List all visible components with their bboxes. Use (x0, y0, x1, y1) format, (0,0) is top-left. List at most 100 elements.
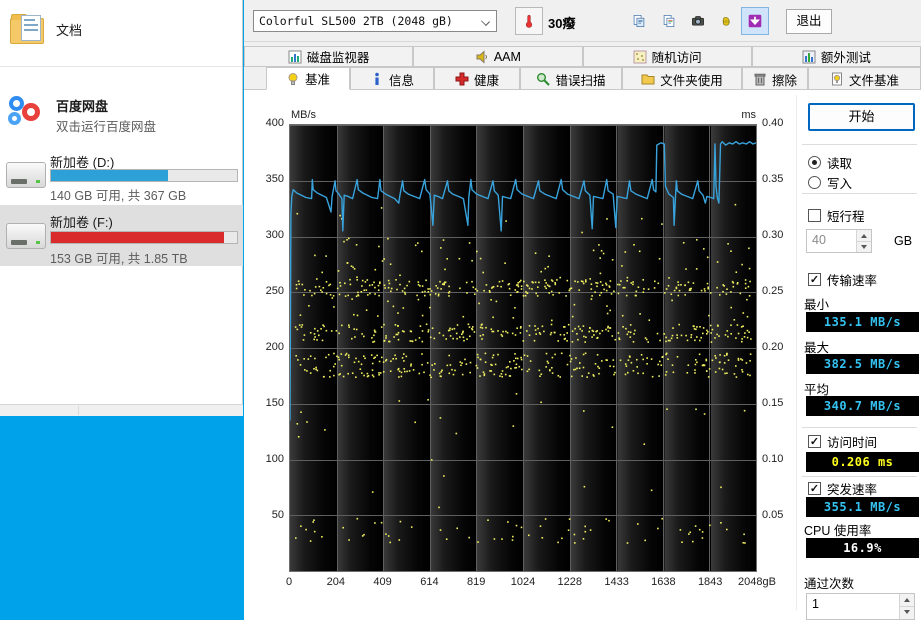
temperature-button[interactable] (515, 7, 543, 35)
checkbox-unchecked-icon (808, 209, 821, 222)
burst-rate-value: 355.1 MB/s (806, 497, 919, 517)
drive-icon (6, 162, 46, 188)
tab-extra-tests[interactable]: 额外测试 (752, 46, 921, 67)
trash-icon (753, 72, 767, 86)
options-button[interactable] (712, 7, 740, 35)
gb-unit-label: GB (894, 234, 912, 248)
screenshot-button[interactable] (684, 7, 712, 35)
separator (802, 476, 917, 477)
temperature-label: 30癈 (548, 13, 575, 32)
write-label: 写入 (827, 173, 852, 192)
x-axis-tick-label: 614 (407, 576, 451, 588)
stepper-arrows[interactable] (856, 230, 871, 252)
bar-chart-icon (288, 50, 302, 64)
tab-label: 基准 (305, 69, 330, 88)
x-axis-tick-label: 0 (267, 576, 311, 588)
tab-label: 文件夹使用 (660, 70, 723, 89)
baidu-netdisk-item[interactable]: 百度网盘 双击运行百度网盘 (0, 90, 242, 142)
stepper-arrows[interactable] (899, 594, 914, 619)
ms-axis-tick-label: 0.35 (762, 173, 794, 185)
x-axis-tick-label: 1843 (688, 576, 732, 588)
tab-label: 擦除 (772, 70, 797, 89)
right-axis-unit: ms (728, 109, 756, 121)
tab-health[interactable]: 健康 (434, 67, 520, 90)
drive-d-bar-fill (51, 170, 168, 181)
avg-value: 340.7 MB/s (806, 396, 919, 416)
chart-canvas (290, 125, 756, 571)
tab-random-access[interactable]: 随机访问 (583, 46, 752, 67)
save-results-button[interactable] (741, 7, 769, 35)
transfer-rate-label: 传输速率 (827, 270, 877, 289)
drive-f-bar-fill (51, 232, 224, 243)
min-value: 135.1 MB/s (806, 312, 919, 332)
cpu-usage-label: CPU 使用率 (804, 520, 871, 539)
drive-f-usage-bar (50, 231, 238, 244)
tab-label: 错误扫描 (555, 70, 605, 89)
y-axis-tick-label: 400 (252, 117, 284, 129)
access-time-checkbox[interactable]: ✓ 访问时间 (808, 432, 877, 451)
exit-button[interactable]: 退出 (786, 9, 832, 34)
arrow-down-icon[interactable] (857, 242, 871, 253)
short-stroke-size-stepper[interactable]: 40 (806, 229, 872, 253)
tab-error-scan[interactable]: 错误扫描 (520, 67, 622, 90)
explorer-statusbar (0, 404, 243, 416)
copy-text-button[interactable] (625, 7, 653, 35)
read-radio[interactable]: 读取 (808, 153, 852, 172)
tab-file-benchmark[interactable]: 文件基准 (808, 67, 921, 90)
drive-icon (6, 223, 46, 249)
baidu-subtitle: 双击运行百度网盘 (56, 116, 156, 135)
bulb-icon (286, 72, 300, 86)
arrow-down-icon[interactable] (900, 607, 914, 619)
benchmark-chart (289, 124, 757, 572)
tab-label: AAM (494, 50, 521, 64)
tab-disk-monitor[interactable]: 磁盘监视器 (244, 46, 413, 67)
ms-axis-tick-label: 0.25 (762, 285, 794, 297)
y-axis-tick-label: 150 (252, 397, 284, 409)
tab-label: 信息 (389, 70, 414, 89)
min-label: 最小 (804, 294, 829, 313)
tab-aam[interactable]: AAM (413, 46, 582, 67)
y-axis-tick-label: 250 (252, 285, 284, 297)
documents-folder-icon (10, 18, 44, 44)
tab-erase[interactable]: 擦除 (742, 67, 808, 90)
drive-f-name: 新加卷 (F:) (50, 212, 113, 231)
tab-benchmark[interactable]: 基准 (266, 67, 350, 90)
radio-off-icon (808, 176, 821, 189)
drive-select[interactable]: Colorful SL500 2TB (2048 gB) (253, 10, 497, 32)
copy-icon (632, 14, 646, 28)
arrow-up-icon[interactable] (857, 230, 871, 242)
chevron-down-icon (481, 17, 490, 26)
panel-divider (796, 95, 797, 610)
x-axis-tick-label: 1024 (501, 576, 545, 588)
file-bulb-icon (830, 72, 844, 86)
copy-image-icon (662, 14, 676, 28)
explorer-window: 文档 百度网盘 双击运行百度网盘 新加卷 (D:) 140 GB 可用, 共 3… (0, 0, 243, 416)
short-stroke-checkbox[interactable]: 短行程 (808, 206, 865, 225)
arrow-up-icon[interactable] (900, 594, 914, 607)
drive-d-usage-bar (50, 169, 238, 182)
max-value: 382.5 MB/s (806, 354, 919, 374)
camera-icon (691, 14, 705, 28)
ms-axis-tick-label: 0.15 (762, 397, 794, 409)
drive-f-info: 153 GB 可用, 共 1.85 TB (50, 248, 188, 267)
pass-count-label: 通过次数 (804, 573, 854, 592)
drive-d-item[interactable]: 新加卷 (D:) 140 GB 可用, 共 367 GB (0, 148, 243, 204)
documents-item[interactable]: 文档 (0, 8, 242, 54)
pass-count-stepper[interactable]: 1 (806, 593, 915, 620)
ms-axis-tick-label: 0.05 (762, 509, 794, 521)
copy-image-button[interactable] (655, 7, 683, 35)
burst-rate-checkbox[interactable]: ✓ 突发速率 (808, 479, 877, 498)
tab-info[interactable]: 信息 (350, 67, 434, 90)
transfer-rate-checkbox[interactable]: ✓ 传输速率 (808, 270, 877, 289)
documents-label: 文档 (56, 20, 82, 39)
write-radio[interactable]: 写入 (808, 173, 852, 192)
x-axis-tick-label: 819 (454, 576, 498, 588)
checkbox-checked-icon: ✓ (808, 482, 821, 495)
tab-folder-usage[interactable]: 文件夹使用 (622, 67, 742, 90)
start-button[interactable]: 开始 (808, 103, 915, 131)
x-axis-tick-label: 1433 (595, 576, 639, 588)
tab-label: 磁盘监视器 (307, 47, 370, 66)
y-axis-tick-label: 50 (252, 509, 284, 521)
drive-f-item[interactable]: 新加卷 (F:) 153 GB 可用, 共 1.85 TB (0, 205, 243, 266)
burst-rate-label: 突发速率 (827, 479, 877, 498)
